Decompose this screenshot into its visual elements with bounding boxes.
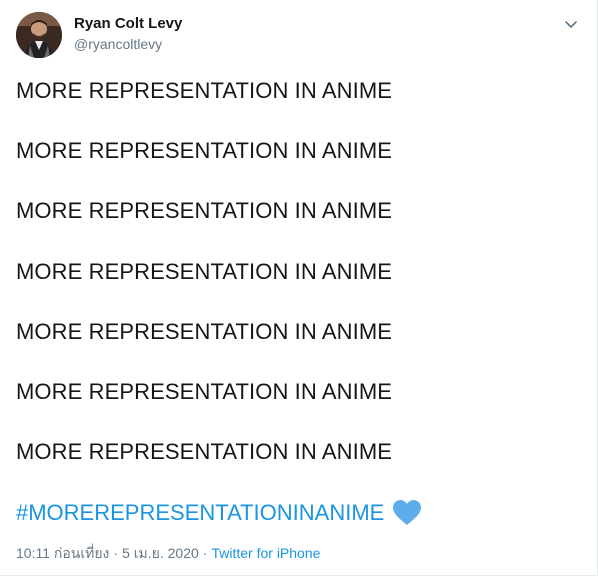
tweet-date[interactable]: 5 เม.ย. 2020 (122, 545, 199, 561)
user-handle[interactable]: @ryancoltlevy (74, 34, 182, 54)
tweet-text-line: MORE REPRESENTATION IN ANIME (16, 198, 393, 224)
tweet-source-link[interactable]: Twitter for iPhone (211, 545, 320, 561)
avatar-image (16, 12, 62, 58)
tweet-text: MORE REPRESENTATION IN ANIME MORE REPRES… (16, 76, 581, 497)
avatar[interactable] (16, 12, 62, 58)
tweet-card: Ryan Colt Levy @ryancoltlevy MORE REPRES… (0, 0, 598, 576)
tweet-text-line: MORE REPRESENTATION IN ANIME (16, 318, 393, 344)
tweet-text-line: MORE REPRESENTATION IN ANIME (16, 439, 393, 465)
tweet-time[interactable]: 10:11 ก่อนเที่ยง (16, 545, 109, 561)
tweet-header: Ryan Colt Levy @ryancoltlevy (16, 12, 581, 60)
tweet-meta: 10:11 ก่อนเที่ยง · 5 เม.ย. 2020 · Twitter fo… (16, 543, 320, 563)
meta-separator: · (202, 545, 208, 561)
chevron-down-icon[interactable] (563, 16, 579, 32)
blue-heart-icon (392, 499, 422, 527)
tweet-text-line: MORE REPRESENTATION IN ANIME (16, 258, 393, 284)
tweet-text-line: MORE REPRESENTATION IN ANIME (16, 78, 393, 103)
hashtag-row: #MOREREPRESENTATIONINANIME (16, 497, 422, 529)
tweet-text-line: MORE REPRESENTATION IN ANIME (16, 138, 393, 164)
meta-separator: · (113, 545, 119, 561)
tweet-text-line: MORE REPRESENTATION IN ANIME (16, 378, 393, 404)
author-names: Ryan Colt Levy @ryancoltlevy (74, 14, 182, 54)
hashtag-link[interactable]: #MOREREPRESENTATIONINANIME (16, 498, 384, 528)
display-name[interactable]: Ryan Colt Levy (74, 14, 182, 34)
